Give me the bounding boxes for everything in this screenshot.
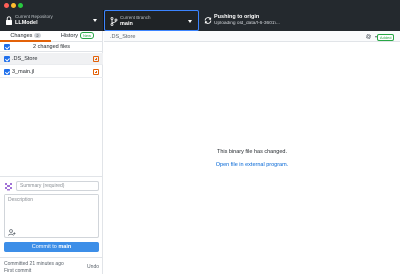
gear-icon[interactable]: [365, 33, 372, 40]
changes-count-badge: 2: [34, 33, 41, 39]
commit-button-branch: main: [58, 244, 72, 250]
undo-button[interactable]: Undo: [87, 264, 99, 270]
file-list-item[interactable]: .DS_Store: [0, 53, 103, 65]
chevron-down-icon: [188, 20, 192, 23]
sidebar-tabs: Changes 2 History New: [0, 31, 103, 42]
last-commit-message: First commit: [4, 268, 32, 274]
diff-pane: .DS_Store Added This binary file has cha…: [104, 31, 400, 274]
modified-status-icon: [93, 69, 99, 75]
app-window: Current Repository LLModel Current Branc…: [0, 0, 400, 274]
diff-file-path: .DS_Store: [110, 34, 136, 40]
push-origin-button[interactable]: Pushing to origin Uploading old_data/f-6…: [199, 10, 299, 31]
repository-label: Current Repository: [15, 14, 53, 19]
avatar: [4, 182, 13, 191]
last-commit-time: Committed 21 minutes ago: [4, 261, 64, 267]
current-branch-button[interactable]: Current Branch main: [104, 10, 199, 31]
file-name: .DS_Store: [12, 56, 38, 62]
title-bar: [0, 0, 400, 10]
binary-file-message: This binary file has changed.: [216, 149, 287, 155]
tab-changes[interactable]: Changes 2: [0, 31, 51, 42]
commit-summary-input[interactable]: [16, 181, 99, 191]
branch-icon: [110, 17, 118, 26]
diff-header: .DS_Store Added: [104, 31, 400, 42]
file-status-badge: Added: [377, 33, 394, 41]
close-window-button[interactable]: [4, 3, 9, 8]
current-repository-button[interactable]: Current Repository LLModel: [0, 10, 104, 31]
new-badge: New: [80, 32, 95, 40]
file-checkbox[interactable]: [4, 56, 10, 62]
lock-icon: [6, 16, 12, 25]
changes-sidebar: Changes 2 History New 2 changed files .DS_…: [0, 31, 103, 274]
modified-status-icon: [93, 56, 99, 62]
commit-panel: Commit to main Committed 21 minutes ago …: [0, 176, 103, 274]
changed-files-count: 2 changed files: [33, 44, 70, 50]
push-progress-text: Uploading old_data/f-6-3601\...: [214, 21, 280, 26]
file-list-item[interactable]: 3_main.jl: [0, 66, 103, 78]
commit-button-prefix: Commit to: [31, 244, 59, 250]
open-external-link[interactable]: Open file in external program.: [104, 162, 400, 168]
toolbar: Current Repository LLModel Current Branc…: [0, 10, 400, 31]
tab-history-label: History: [60, 33, 79, 39]
last-commit-info: Committed 21 minutes ago First commit Un…: [0, 257, 103, 274]
changed-files-header: 2 changed files: [0, 42, 103, 52]
repository-name: LLModel: [15, 20, 38, 26]
push-label: Pushing to origin: [214, 14, 260, 20]
tab-history[interactable]: History New: [52, 31, 103, 42]
file-checkbox[interactable]: [4, 69, 10, 75]
zoom-window-button[interactable]: [18, 3, 23, 8]
branch-label: Current Branch: [120, 15, 151, 20]
minimize-window-button[interactable]: [11, 3, 16, 8]
commit-button[interactable]: Commit to main: [4, 242, 99, 252]
file-name: 3_main.jl: [12, 69, 35, 75]
add-coauthor-icon[interactable]: [8, 229, 16, 236]
tab-changes-label: Changes: [10, 33, 33, 39]
commit-description-box: [4, 194, 99, 238]
sync-icon: [204, 17, 212, 24]
commit-description-input[interactable]: [5, 195, 98, 225]
chevron-down-icon: [93, 19, 97, 22]
